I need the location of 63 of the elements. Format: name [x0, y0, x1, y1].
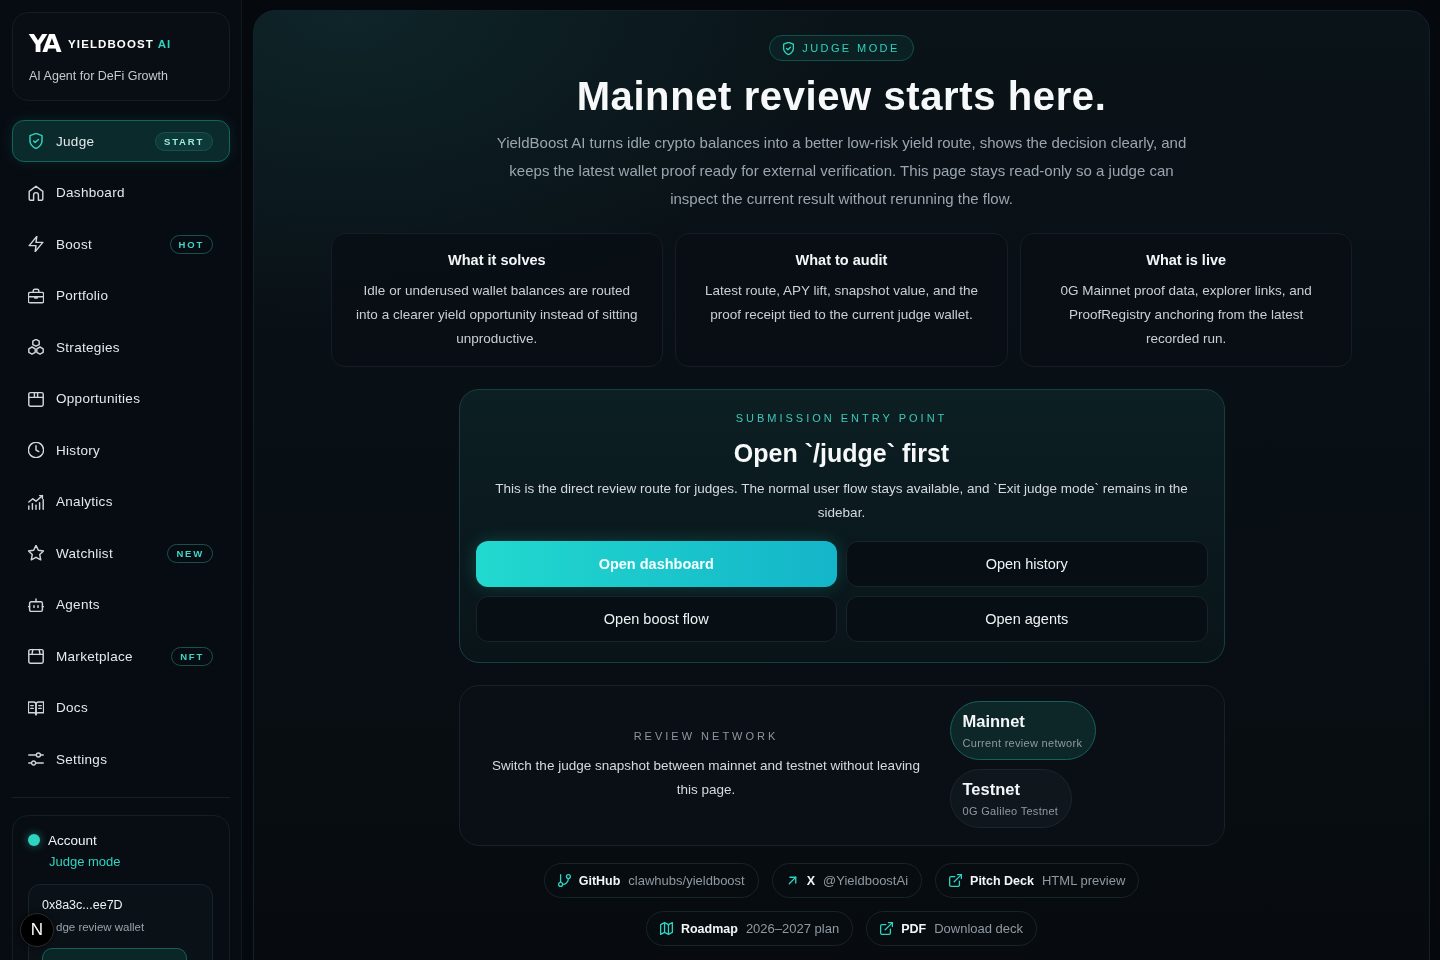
resource-link[interactable]: Pitch Deck HTML preview [935, 863, 1140, 898]
resource-link[interactable]: X @YieldboostAi [771, 863, 923, 898]
robot-icon [28, 596, 44, 613]
brand-name: YIELDBOOST AI [68, 37, 172, 52]
external-link-icon [880, 922, 894, 935]
nav-item[interactable]: Boost HOT [12, 223, 230, 265]
logo-mark: YA [29, 33, 60, 55]
nav-item[interactable]: Marketplace NFT [12, 635, 230, 677]
external-link-icon [949, 874, 963, 887]
book-icon [28, 699, 44, 716]
nav-item[interactable]: History [12, 429, 230, 471]
nav-item[interactable]: Judge START [12, 120, 230, 162]
wallet-label: dge review wallet [56, 920, 146, 934]
nav-item[interactable]: Agents [12, 583, 230, 626]
nav-item[interactable]: Watchlist NEW [12, 532, 230, 574]
box-icon [28, 390, 44, 407]
branch-icon [557, 874, 571, 887]
nav-item[interactable]: Settings [12, 738, 230, 780]
page-title: Mainnet review starts here. [576, 74, 1107, 118]
briefcase-icon [28, 287, 44, 304]
shield-check-icon [783, 41, 795, 55]
resource-link[interactable]: PDF Download deck [866, 911, 1038, 946]
bar-chart-icon [28, 493, 44, 510]
intro-text: YieldBoost AI turns idle crypto balances into a better low-risk yield route, shows the decision clearly, and keeps the latest wallet proof ready for external verification. This page stays read-only so a judge can inspect the current result without rerunning the flow. [495, 133, 1188, 209]
card-text: Latest route, APY lift, snapshot value, and the proof receipt tied to the current judge wallet. [704, 282, 979, 324]
card-text: Idle or underused wallet balances are routed into a clearer yield opportunity instead of sitting unproductive. [355, 282, 639, 348]
network-option[interactable]: Testnet 0G Galileo Testnet [949, 769, 1073, 828]
action-button[interactable]: Open boost flow [475, 596, 837, 642]
section-text: Switch the judge snapshot between mainnet and testnet without leaving this page. [491, 757, 921, 799]
wallet-address: 0x8a3c...ee7D [42, 898, 124, 912]
action-button[interactable]: Open agents [846, 596, 1208, 642]
nav-item[interactable]: Opportunities [12, 377, 230, 420]
nav-tag: START [155, 131, 213, 151]
home-icon [28, 184, 44, 201]
card-text: 0G Mainnet proof data, explorer links, and ProofRegistry anchoring from the latest recorded run. [1059, 282, 1313, 348]
card-title: What to audit [794, 251, 889, 270]
nav-item[interactable]: Portfolio [12, 274, 230, 317]
card-title: What is live [1145, 251, 1228, 270]
mode-label: JUDGE MODE [802, 42, 900, 54]
resource-link[interactable]: GitHub clawhubs/yieldboost [543, 863, 759, 898]
star-icon [28, 545, 44, 561]
nav-item[interactable]: Strategies [12, 326, 230, 368]
network-option[interactable]: Mainnet Current review network [949, 701, 1097, 760]
lightning-icon [28, 236, 44, 252]
shield-check-icon [28, 133, 44, 149]
map-icon [659, 922, 673, 935]
account-title: Account [48, 832, 97, 848]
nav-item[interactable]: Dashboard [12, 171, 230, 214]
store-icon [28, 648, 44, 664]
clock-icon [28, 442, 44, 458]
nav-item[interactable]: Analytics [12, 480, 230, 523]
section-title: Open `/judge` first [732, 438, 951, 468]
resource-link[interactable]: Roadmap 2026–2027 plan [645, 911, 854, 946]
cubes-icon [28, 339, 44, 355]
section-eyebrow: SUBMISSION ENTRY POINT [734, 411, 949, 425]
section-eyebrow: REVIEW NETWORK [633, 729, 779, 743]
card-title: What it solves [447, 251, 547, 270]
action-button[interactable]: Open history [846, 541, 1208, 587]
section-text: This is the direct review route for judges. The normal user flow stays available, and `Exit judge mode` remains in the sidebar. [494, 480, 1189, 522]
sliders-icon [28, 751, 44, 767]
brand-tagline: AI Agent for DeFi Growth [29, 68, 169, 84]
account-mode: Judge mode [49, 854, 122, 870]
nav-item[interactable]: Docs [12, 686, 230, 729]
